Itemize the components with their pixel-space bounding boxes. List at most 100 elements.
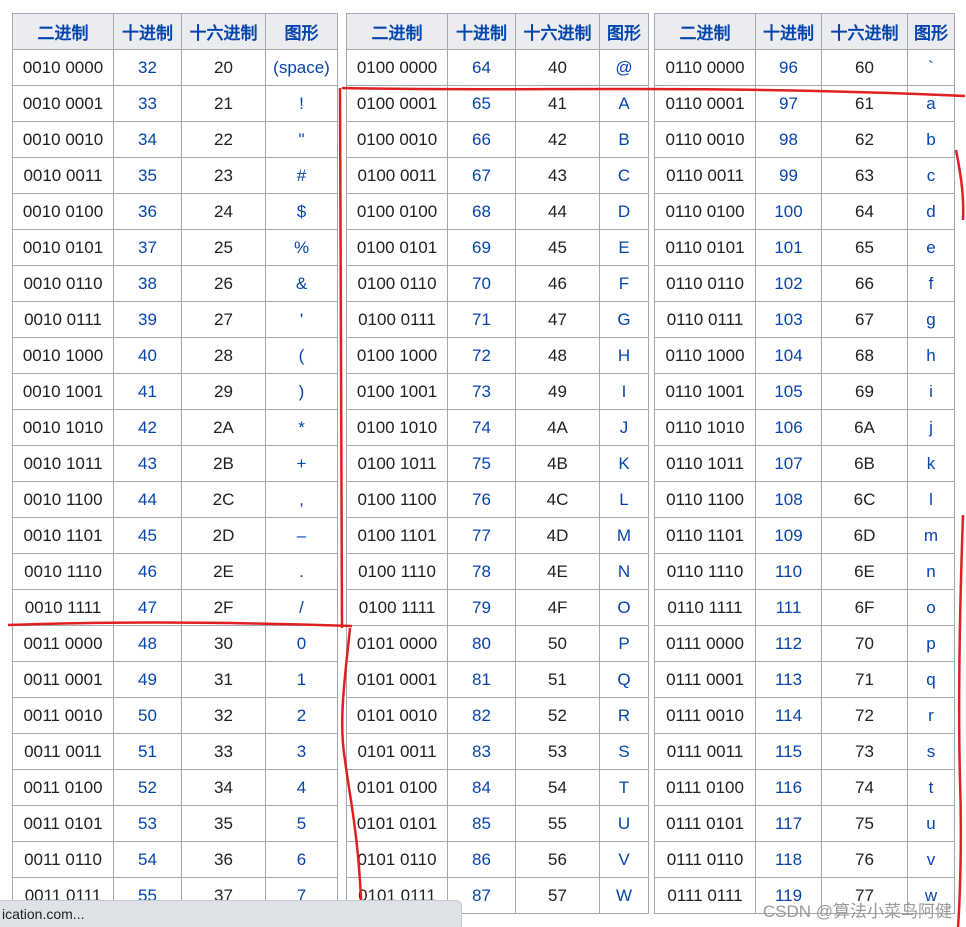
cell-glyph[interactable]: B (599, 121, 649, 158)
cell-glyph[interactable]: h (907, 337, 955, 374)
cell-glyph[interactable]: – (265, 517, 338, 554)
cell-decimal[interactable]: 86 (447, 841, 516, 878)
cell-decimal[interactable]: 33 (113, 85, 182, 122)
cell-decimal[interactable]: 65 (447, 85, 516, 122)
cell-glyph[interactable]: @ (599, 49, 649, 86)
cell-glyph[interactable]: H (599, 337, 649, 374)
cell-decimal[interactable]: 111 (755, 589, 822, 626)
cell-glyph[interactable]: d (907, 193, 955, 230)
cell-decimal[interactable]: 80 (447, 625, 516, 662)
cell-decimal[interactable]: 82 (447, 697, 516, 734)
cell-decimal[interactable]: 73 (447, 373, 516, 410)
cell-decimal[interactable]: 77 (447, 517, 516, 554)
cell-glyph[interactable]: n (907, 553, 955, 590)
cell-glyph[interactable]: e (907, 229, 955, 266)
cell-decimal[interactable]: 97 (755, 85, 822, 122)
cell-decimal[interactable]: 112 (755, 625, 822, 662)
cell-glyph[interactable]: o (907, 589, 955, 626)
cell-glyph[interactable]: g (907, 301, 955, 338)
cell-glyph[interactable]: S (599, 733, 649, 770)
cell-glyph[interactable]: 3 (265, 733, 338, 770)
cell-decimal[interactable]: 79 (447, 589, 516, 626)
cell-decimal[interactable]: 51 (113, 733, 182, 770)
cell-glyph[interactable]: " (265, 121, 338, 158)
cell-glyph[interactable]: R (599, 697, 649, 734)
cell-glyph[interactable]: T (599, 769, 649, 806)
cell-decimal[interactable]: 71 (447, 301, 516, 338)
cell-decimal[interactable]: 75 (447, 445, 516, 482)
cell-decimal[interactable]: 105 (755, 373, 822, 410)
cell-decimal[interactable]: 70 (447, 265, 516, 302)
cell-glyph[interactable]: M (599, 517, 649, 554)
cell-glyph[interactable]: . (265, 553, 338, 590)
cell-decimal[interactable]: 83 (447, 733, 516, 770)
cell-decimal[interactable]: 67 (447, 157, 516, 194)
cell-glyph[interactable]: ' (265, 301, 338, 338)
cell-glyph[interactable]: U (599, 805, 649, 842)
cell-decimal[interactable]: 102 (755, 265, 822, 302)
cell-decimal[interactable]: 101 (755, 229, 822, 266)
cell-glyph[interactable]: ( (265, 337, 338, 374)
cell-glyph[interactable]: m (907, 517, 955, 554)
cell-glyph[interactable]: j (907, 409, 955, 446)
cell-glyph[interactable]: I (599, 373, 649, 410)
cell-glyph[interactable]: & (265, 265, 338, 302)
cell-glyph[interactable]: + (265, 445, 338, 482)
cell-glyph[interactable]: $ (265, 193, 338, 230)
cell-decimal[interactable]: 68 (447, 193, 516, 230)
cell-decimal[interactable]: 103 (755, 301, 822, 338)
cell-glyph[interactable]: J (599, 409, 649, 446)
cell-decimal[interactable]: 41 (113, 373, 182, 410)
cell-glyph[interactable]: A (599, 85, 649, 122)
cell-decimal[interactable]: 47 (113, 589, 182, 626)
cell-glyph[interactable]: r (907, 697, 955, 734)
cell-decimal[interactable]: 54 (113, 841, 182, 878)
cell-decimal[interactable]: 113 (755, 661, 822, 698)
cell-decimal[interactable]: 42 (113, 409, 182, 446)
cell-glyph[interactable]: c (907, 157, 955, 194)
cell-glyph[interactable]: a (907, 85, 955, 122)
cell-glyph[interactable]: V (599, 841, 649, 878)
cell-glyph[interactable]: W (599, 877, 649, 914)
cell-decimal[interactable]: 32 (113, 49, 182, 86)
cell-glyph[interactable]: , (265, 481, 338, 518)
cell-glyph[interactable]: / (265, 589, 338, 626)
cell-glyph[interactable]: u (907, 805, 955, 842)
cell-glyph[interactable]: Q (599, 661, 649, 698)
cell-glyph[interactable]: P (599, 625, 649, 662)
cell-glyph[interactable]: G (599, 301, 649, 338)
cell-glyph[interactable]: 2 (265, 697, 338, 734)
cell-decimal[interactable]: 46 (113, 553, 182, 590)
cell-decimal[interactable]: 44 (113, 481, 182, 518)
cell-glyph[interactable]: O (599, 589, 649, 626)
cell-decimal[interactable]: 34 (113, 121, 182, 158)
cell-decimal[interactable]: 39 (113, 301, 182, 338)
cell-glyph[interactable]: F (599, 265, 649, 302)
cell-glyph[interactable]: ) (265, 373, 338, 410)
cell-glyph[interactable]: 1 (265, 661, 338, 698)
cell-glyph[interactable]: s (907, 733, 955, 770)
cell-decimal[interactable]: 69 (447, 229, 516, 266)
cell-decimal[interactable]: 108 (755, 481, 822, 518)
cell-glyph[interactable]: l (907, 481, 955, 518)
cell-decimal[interactable]: 72 (447, 337, 516, 374)
cell-glyph[interactable]: ` (907, 49, 955, 86)
cell-decimal[interactable]: 98 (755, 121, 822, 158)
cell-glyph[interactable]: * (265, 409, 338, 446)
cell-glyph[interactable]: k (907, 445, 955, 482)
cell-decimal[interactable]: 50 (113, 697, 182, 734)
cell-decimal[interactable]: 36 (113, 193, 182, 230)
cell-glyph[interactable]: # (265, 157, 338, 194)
cell-glyph[interactable]: K (599, 445, 649, 482)
cell-decimal[interactable]: 49 (113, 661, 182, 698)
cell-glyph[interactable]: b (907, 121, 955, 158)
cell-glyph[interactable]: N (599, 553, 649, 590)
cell-glyph[interactable]: t (907, 769, 955, 806)
cell-decimal[interactable]: 110 (755, 553, 822, 590)
cell-glyph[interactable]: 4 (265, 769, 338, 806)
cell-decimal[interactable]: 116 (755, 769, 822, 806)
cell-glyph[interactable]: D (599, 193, 649, 230)
cell-decimal[interactable]: 38 (113, 265, 182, 302)
cell-decimal[interactable]: 76 (447, 481, 516, 518)
cell-decimal[interactable]: 74 (447, 409, 516, 446)
